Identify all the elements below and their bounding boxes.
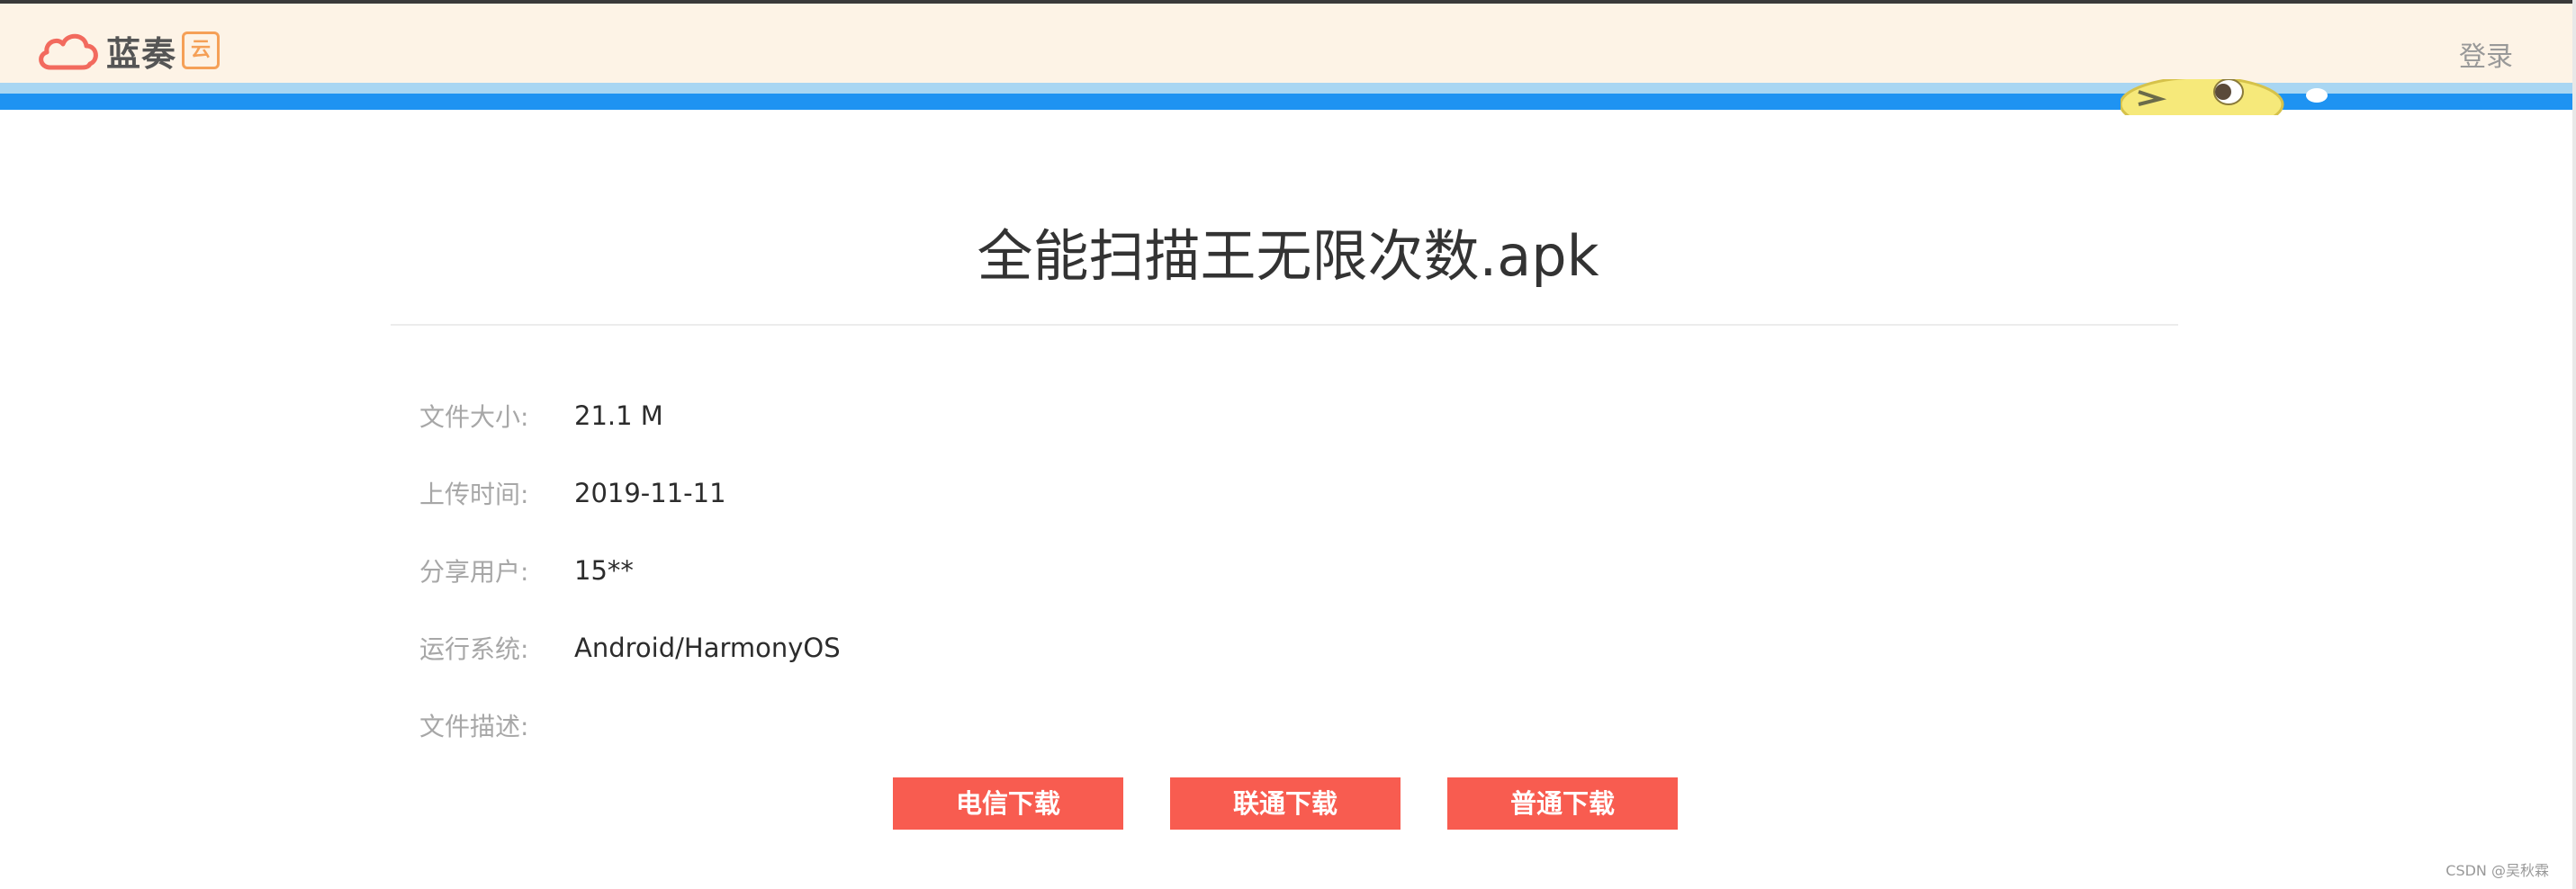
- detail-row-share-user: 分享用户: 15**: [419, 552, 634, 588]
- upload-time-value: 2019-11-11: [574, 478, 726, 508]
- detail-label: 上传时间:: [419, 480, 529, 509]
- mascot-icon: [2121, 79, 2328, 115]
- telecom-download-button[interactable]: 电信下载: [893, 777, 1123, 830]
- detail-label: 分享用户:: [419, 557, 529, 587]
- file-title: 全能扫描王无限次数.apk: [977, 223, 1599, 289]
- unicom-download-button[interactable]: 联通下载: [1170, 777, 1401, 830]
- share-user-value: 15**: [574, 555, 634, 586]
- detail-label: 文件描述:: [419, 712, 529, 741]
- detail-row-size: 文件大小: 21.1 M: [419, 398, 663, 434]
- cloud-icon: [39, 33, 98, 70]
- login-link[interactable]: 登录: [2459, 34, 2513, 74]
- detail-row-description: 文件描述:: [419, 707, 574, 743]
- logo-badge: 云: [182, 31, 221, 69]
- detail-label: 运行系统:: [419, 634, 529, 664]
- logo-text: 蓝奏: [106, 33, 177, 74]
- os-value: Android/HarmonyOS: [574, 633, 841, 663]
- detail-row-upload-time: 上传时间: 2019-11-11: [419, 475, 726, 511]
- site-header: 蓝奏 云 登录: [0, 4, 2576, 83]
- window-right-edge: [2572, 0, 2576, 889]
- site-logo[interactable]: 蓝奏 云: [34, 25, 221, 76]
- detail-row-os: 运行系统: Android/HarmonyOS: [419, 630, 841, 666]
- watermark: CSDN @吴秋霖: [2445, 862, 2549, 879]
- detail-label: 文件大小:: [419, 402, 529, 432]
- file-size-value: 21.1 M: [574, 400, 663, 431]
- normal-download-button[interactable]: 普通下载: [1447, 777, 1678, 830]
- title-divider: [391, 324, 2178, 326]
